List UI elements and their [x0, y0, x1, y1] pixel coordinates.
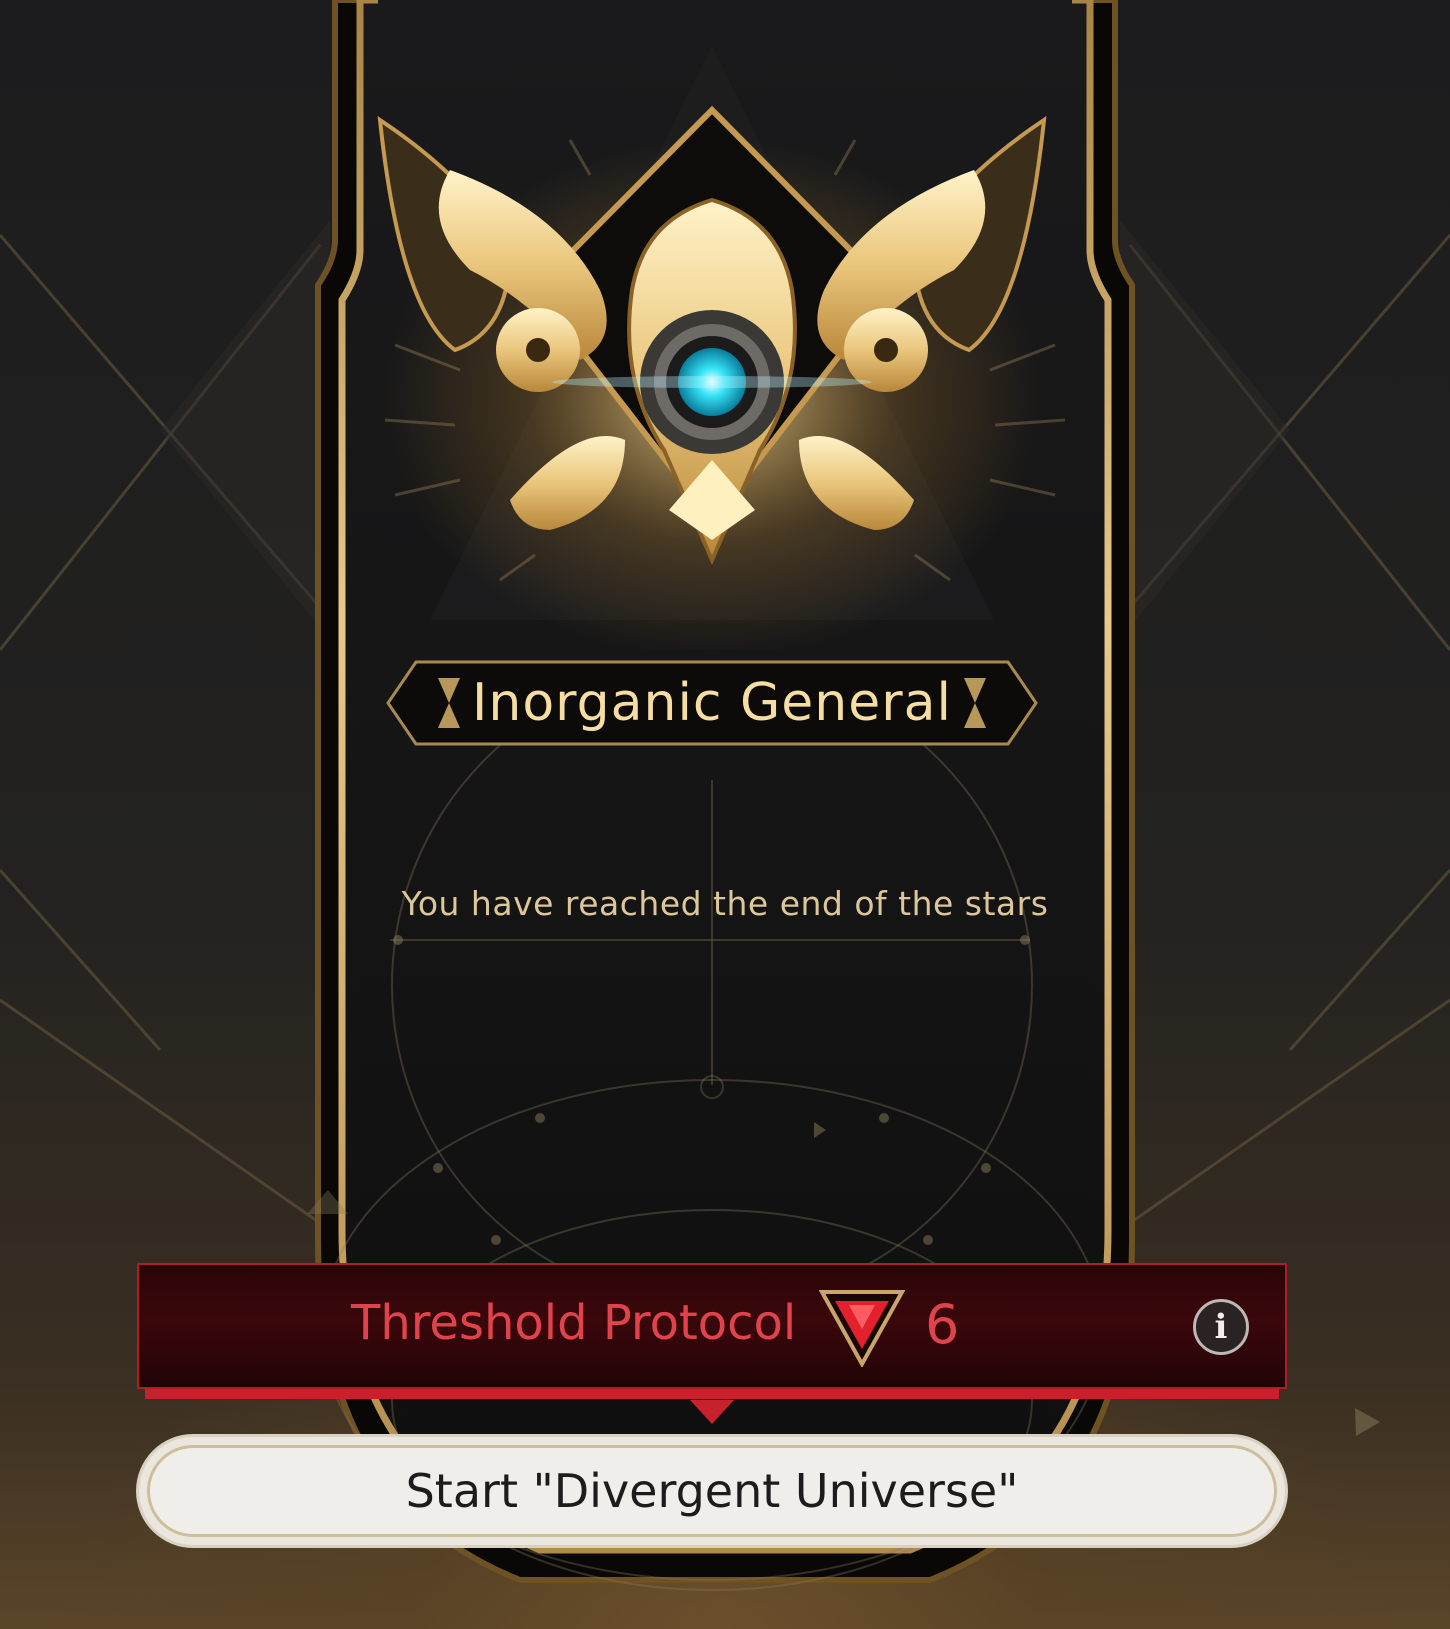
info-button[interactable]: i [1193, 1299, 1249, 1355]
start-button-label: Start "Divergent Universe" [405, 1464, 1019, 1518]
rank-title: Inorganic General [472, 673, 952, 733]
red-triangle-icon [819, 1290, 905, 1367]
threshold-level: 6 [925, 1293, 960, 1356]
rank-title-banner: Inorganic General [386, 660, 1038, 746]
rank-subtitle: You have reached the end of the stars [401, 884, 1049, 923]
info-icon: i [1214, 1307, 1228, 1347]
rank-emblem-icon [377, 105, 1047, 650]
start-divergent-universe-button[interactable]: Start "Divergent Universe" [136, 1434, 1288, 1548]
threshold-protocol-bar: Threshold Protocol 6 i [137, 1263, 1287, 1399]
threshold-label: Threshold Protocol [351, 1295, 797, 1351]
pointer-arrow-icon [690, 1400, 734, 1424]
